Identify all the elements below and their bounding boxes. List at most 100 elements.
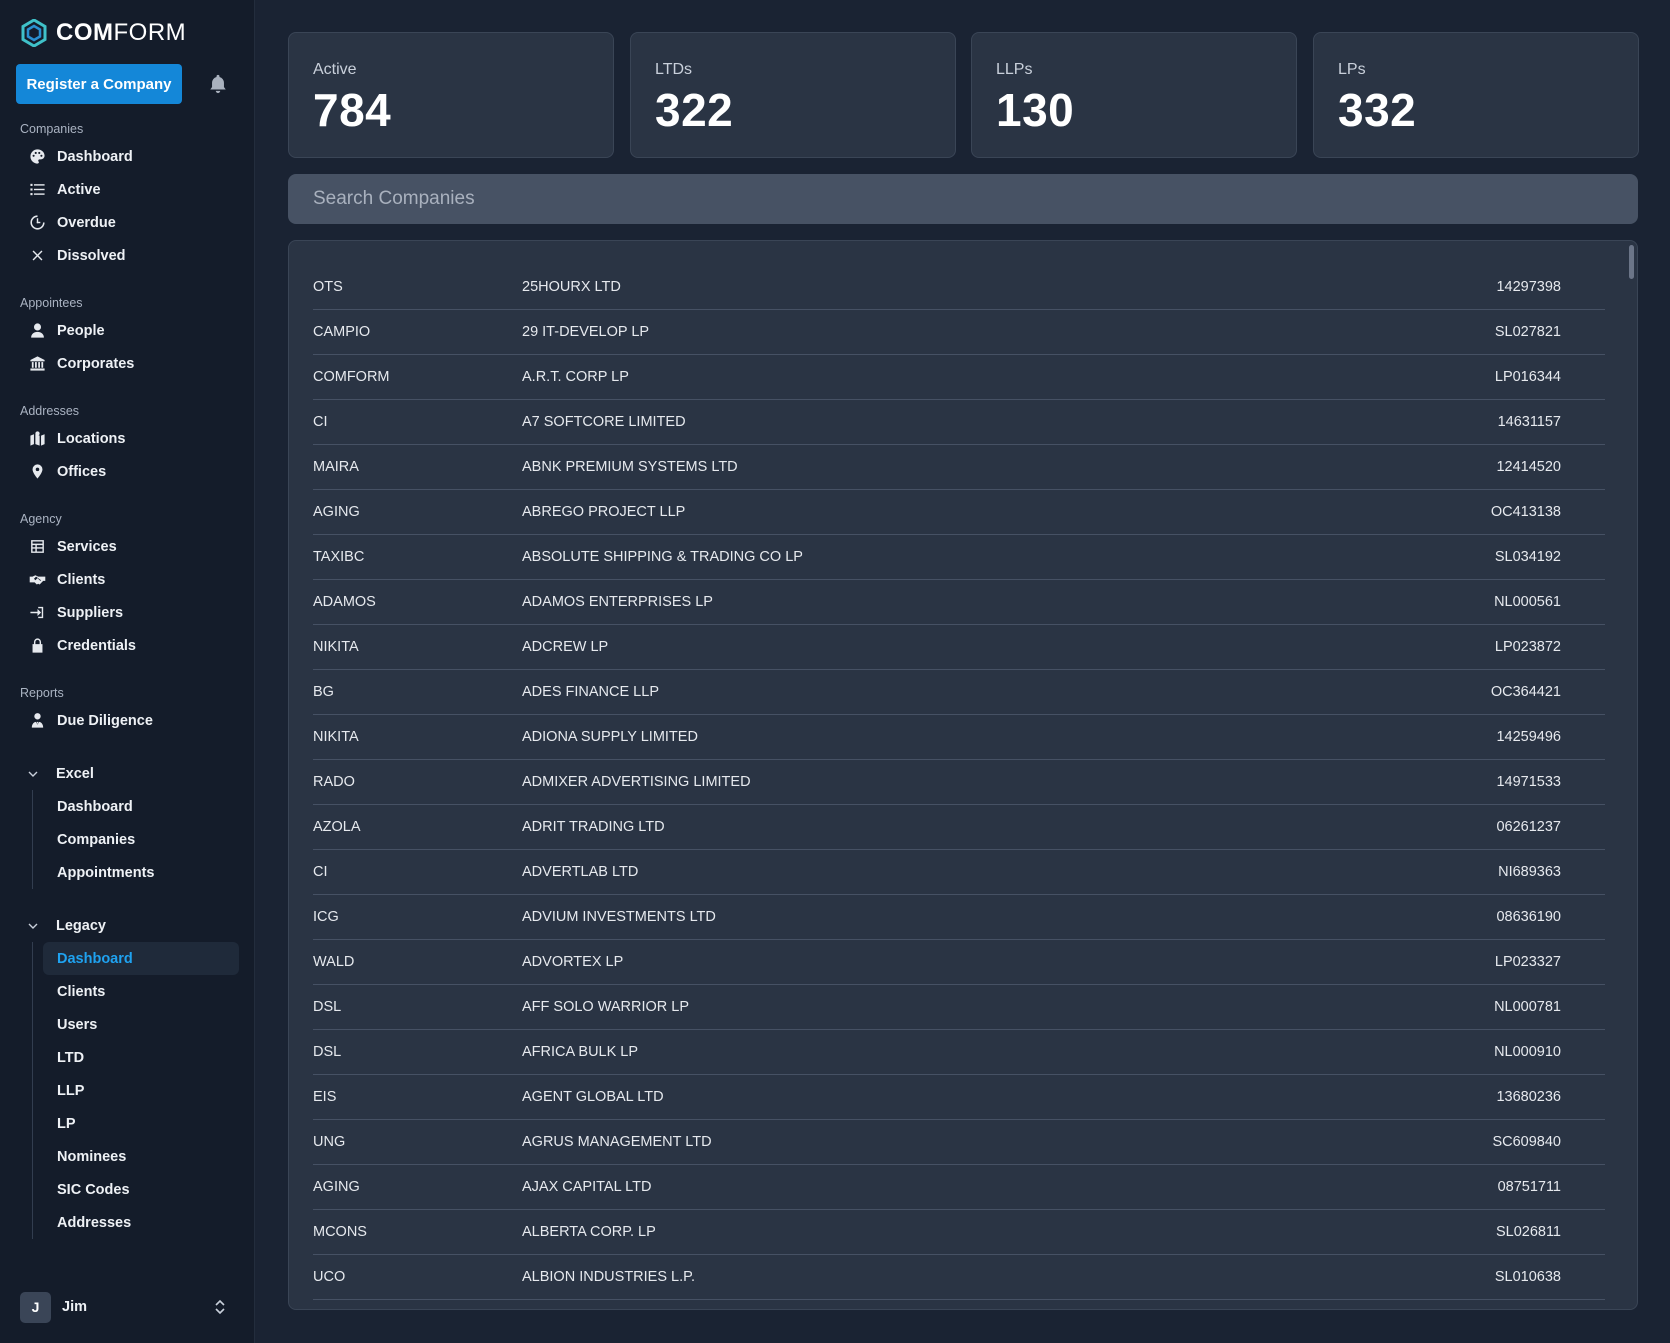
sidebar-item-label: Dashboard [57, 148, 133, 165]
nav-gap [0, 737, 255, 757]
table-row[interactable]: AZOLA ADRIT TRADING LTD 06261237 [313, 805, 1605, 850]
search-input[interactable] [288, 174, 1638, 224]
register-company-button[interactable]: Register a Company [16, 64, 182, 104]
chevron-updown-icon[interactable] [213, 1299, 227, 1315]
legacy-item-clients[interactable]: Clients [43, 975, 239, 1008]
sidebar-item-credentials[interactable]: Credentials [0, 629, 255, 662]
legacy-item-lp[interactable]: LP [43, 1107, 239, 1140]
sidebar-item-active[interactable]: Active [0, 173, 255, 206]
table-row[interactable]: DSL AFF SOLO WARRIOR LP NL000781 [313, 985, 1605, 1030]
company-number: NI689363 [1498, 864, 1561, 880]
table-row[interactable]: DSL AFRICA BULK LP NL000910 [313, 1030, 1605, 1075]
table-row[interactable]: ADAMOS ADAMOS ENTERPRISES LP NL000561 [313, 580, 1605, 625]
table-row[interactable]: TAXIBC ABSOLUTE SHIPPING & TRADING CO LP… [313, 535, 1605, 580]
company-name: A7 SOFTCORE LIMITED [522, 414, 686, 430]
table-row[interactable]: NIKITA ADCREW LP LP023872 [313, 625, 1605, 670]
table-row[interactable]: CI ADVERTLAB LTD NI689363 [313, 850, 1605, 895]
company-name: AFF SOLO WARRIOR LP [522, 999, 690, 1015]
company-code: WALD [313, 954, 355, 970]
legacy-item-addresses[interactable]: Addresses [43, 1206, 239, 1239]
nav-gap [0, 889, 255, 909]
sidebar-item-dashboard[interactable]: Dashboard [0, 140, 255, 173]
stat-card-llps: LLPs 130 [971, 32, 1297, 158]
company-number: SL026811 [1495, 1224, 1561, 1240]
table-row[interactable]: RADO ADMIXER ADVERTISING LIMITED 1497153… [313, 760, 1605, 805]
table-row[interactable]: UNG AGRUS MANAGEMENT LTD SC609840 [313, 1120, 1605, 1165]
group-excel[interactable]: Excel [0, 757, 255, 790]
legacy-item-llp[interactable]: LLP [43, 1074, 239, 1107]
company-code: EIS [313, 1089, 337, 1105]
company-code: UNG [313, 1134, 346, 1150]
table-row[interactable]: MAIRA ABNK PREMIUM SYSTEMS LTD 12414520 [313, 445, 1605, 490]
table-row[interactable]: OTS 25HOURX LTD 14297398 [313, 265, 1605, 310]
legacy-item-sic-codes[interactable]: SIC Codes [43, 1173, 239, 1206]
sidebar-item-clients[interactable]: Clients [0, 563, 255, 596]
company-code: AGING [313, 1179, 360, 1195]
table-row[interactable]: WALD ADVORTEX LP LP023327 [313, 940, 1605, 985]
sidebar-item-due-diligence[interactable]: Due Diligence [0, 704, 255, 737]
stat-card-ltds: LTDs 322 [630, 32, 956, 158]
stat-card-lps: LPs 332 [1313, 32, 1639, 158]
companies-table: OTS 25HOURX LTD 14297398 CAMPIO 29 IT-DE… [288, 240, 1638, 1310]
table-row[interactable]: EIS AGENT GLOBAL LTD 13680236 [313, 1075, 1605, 1120]
excel-item-companies[interactable]: Companies [43, 823, 239, 856]
company-code: MAIRA [313, 459, 359, 475]
company-code: ICG [313, 909, 339, 925]
company-code: CI [313, 414, 328, 430]
legacy-item-dashboard[interactable]: Dashboard [43, 942, 239, 975]
table-row[interactable]: CI A7 SOFTCORE LIMITED 14631157 [313, 400, 1605, 445]
bell-icon[interactable] [207, 73, 229, 95]
table-row[interactable]: NIKITA ADIONA SUPPLY LIMITED 14259496 [313, 715, 1605, 760]
table-row[interactable]: ICG ADVIUM INVESTMENTS LTD 08636190 [313, 895, 1605, 940]
company-name: ALBION INDUSTRIES L.P. [522, 1269, 695, 1285]
chevron-down-icon [28, 771, 38, 777]
company-code: AGING [313, 504, 360, 520]
list-icon [28, 181, 46, 199]
sidebar-item-label: Overdue [57, 214, 116, 231]
scrollbar-thumb[interactable] [1629, 245, 1634, 279]
company-number: 13680236 [1496, 1089, 1561, 1105]
sidebar-item-people[interactable]: People [0, 314, 255, 347]
legacy-item-nominees[interactable]: Nominees [43, 1140, 239, 1173]
sidebar-item-dissolved[interactable]: Dissolved [0, 239, 255, 272]
sidebar-item-label: Offices [57, 463, 107, 480]
sidebar-item-overdue[interactable]: Overdue [0, 206, 255, 239]
excel-item-dashboard[interactable]: Dashboard [43, 790, 239, 823]
logo[interactable]: COMFORM [20, 18, 186, 48]
sidebar-item-label: Credentials [57, 637, 136, 654]
table-row[interactable]: AGING ABREGO PROJECT LLP OC413138 [313, 490, 1605, 535]
person-icon [28, 322, 46, 340]
section-label-addresses: Addresses [20, 404, 80, 418]
table-row[interactable]: BG ADES FINANCE LLP OC364421 [313, 670, 1605, 715]
pin-icon [28, 463, 46, 481]
company-number: OC413138 [1490, 504, 1561, 520]
table-row[interactable]: COMFORM A.R.T. CORP LP LP016344 [313, 355, 1605, 400]
sidebar-item-services[interactable]: Services [0, 530, 255, 563]
group-legacy[interactable]: Legacy [0, 909, 255, 942]
user-menu[interactable]: J Jim [20, 1291, 235, 1323]
map-icon [28, 430, 46, 448]
sidebar-item-suppliers[interactable]: Suppliers [0, 596, 255, 629]
legacy-item-users[interactable]: Users [43, 1008, 239, 1041]
table-row[interactable]: UCO ALBION INDUSTRIES L.P. SL010638 [313, 1255, 1605, 1300]
company-number: SC609840 [1492, 1134, 1561, 1150]
sidebar-item-offices[interactable]: Offices [0, 455, 255, 488]
table-icon [28, 538, 46, 556]
legacy-item-ltd[interactable]: LTD [43, 1041, 239, 1074]
table-row[interactable]: MCONS ALBERTA CORP. LP SL026811 [313, 1210, 1605, 1255]
sidebar-item-locations[interactable]: Locations [0, 422, 255, 455]
company-number: 14259496 [1496, 729, 1561, 745]
sidebar-item-corporates[interactable]: Corporates [0, 347, 255, 380]
company-number: NL000561 [1494, 594, 1561, 610]
excel-item-appointments[interactable]: Appointments [43, 856, 239, 889]
company-name: ADES FINANCE LLP [522, 684, 659, 700]
table-row[interactable]: CAMPIO 29 IT-DEVELOP LP SL027821 [313, 310, 1605, 355]
nav-gap [0, 488, 255, 508]
clock-icon [28, 214, 46, 232]
company-name: AGENT GLOBAL LTD [522, 1089, 664, 1105]
avatar: J [20, 1291, 51, 1323]
bank-icon [28, 355, 46, 373]
company-name: ABREGO PROJECT LLP [522, 504, 686, 520]
table-row[interactable]: AGING AJAX CAPITAL LTD 08751711 [313, 1165, 1605, 1210]
nav-gap [0, 380, 255, 400]
